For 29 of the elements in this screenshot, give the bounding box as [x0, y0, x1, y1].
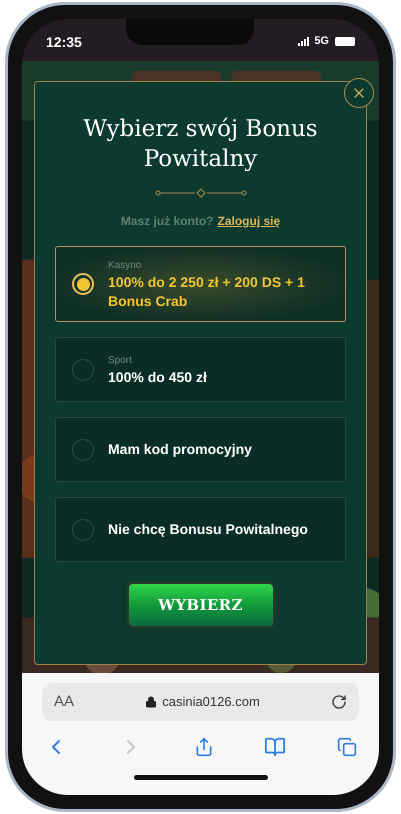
status-time: 12:35: [46, 33, 82, 52]
address-bar[interactable]: AA casinia0126.com: [42, 683, 359, 721]
bonus-option[interactable]: Sport 100% do 450 zł: [55, 337, 346, 402]
option-label: Nie chcę Bonusu Powitalnego: [108, 520, 308, 539]
radio-button[interactable]: [72, 438, 94, 460]
network-label: 5G: [314, 34, 329, 49]
bonus-option[interactable]: Kasyno 100% do 2 250 zł + 200 DS + 1 Bonus Crab: [55, 246, 346, 322]
option-label: Mam kod promocyjny: [108, 440, 252, 459]
radio-button[interactable]: [72, 358, 94, 380]
text-size-button[interactable]: AA: [54, 690, 74, 714]
url-text: casinia0126.com: [162, 693, 260, 712]
option-category: Kasyno: [108, 258, 142, 272]
submit-button[interactable]: WYBIERZ: [126, 582, 274, 628]
lock-icon: [145, 696, 158, 708]
option-label: 100% do 2 250 zł + 200 DS + 1 Bonus Crab: [108, 272, 306, 310]
bonus-option[interactable]: Nie chcę Bonusu Powitalnego: [55, 497, 346, 562]
share-icon[interactable]: [194, 737, 214, 757]
radio-button[interactable]: [72, 518, 94, 540]
signal-icon: [298, 36, 310, 46]
bonus-option[interactable]: Mam kod promocyjny: [55, 417, 346, 482]
login-prompt: Masz już konto?: [120, 213, 214, 230]
bookmarks-icon[interactable]: [264, 736, 286, 758]
login-link[interactable]: Zaloguj się: [217, 212, 280, 230]
option-category: Sport: [108, 354, 133, 368]
reload-icon[interactable]: [331, 694, 347, 710]
battery-icon: [335, 36, 355, 46]
modal-title: Wybierz swój Bonus Powitalny: [82, 115, 319, 174]
option-label: 100% do 450 zł: [108, 368, 207, 386]
tabs-icon[interactable]: [337, 737, 357, 757]
